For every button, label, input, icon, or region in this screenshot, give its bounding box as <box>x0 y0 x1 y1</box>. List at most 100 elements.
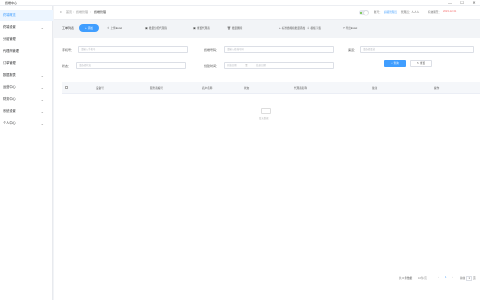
plus-icon: + <box>279 26 281 30</box>
sidebar-item-agents[interactable]: 代理商管理 <box>0 46 53 57</box>
breadcrumb-separator: / <box>90 10 91 14</box>
sidebar-item-label: 财务中心 <box>3 97 16 101</box>
sidebar-item-orders[interactable]: 订单管理 <box>0 58 53 69</box>
expiry-date: 2023-12-31 <box>443 10 457 13</box>
breadcrumb-home[interactable]: 首页 <box>66 10 72 14</box>
top-bar: ≡ 首页 / 终端管理 / 终端管理 账号： 超级管理员 管理员：人人人 有效期… <box>54 6 480 20</box>
chevron-down-icon: ⌄ <box>40 109 44 114</box>
sidebar-item-reports[interactable]: 数据报表 ⌄ <box>0 70 53 81</box>
sidebar-item-system[interactable]: 系统设置 ⌄ <box>0 106 53 117</box>
column-header: 状态 <box>244 87 250 90</box>
reset-icon: ▣ <box>193 26 196 30</box>
sidebar-item-label: 终端设置 <box>3 25 16 29</box>
sidebar-item-label: 运营中心 <box>3 85 16 89</box>
plus-icon: + <box>85 26 87 30</box>
reset-button[interactable]: ↻ 重置 <box>410 60 432 67</box>
column-header: 操作 <box>434 87 440 90</box>
pager-page-size[interactable]: 10条/页 <box>418 276 427 280</box>
column-header: 备注 <box>372 87 378 90</box>
table-header: 设备号 服务商编号 商户名称 状态 代理商名称 备注 操作 <box>62 82 480 94</box>
status-select[interactable]: 请选择状态 <box>76 62 186 69</box>
toolbar-title: 工单列表 <box>62 26 75 30</box>
device-label: 终端号码： <box>204 48 220 52</box>
chevron-down-icon: ⌄ <box>40 25 44 30</box>
user-role: 管理员：人人人 <box>401 11 420 14</box>
user-name[interactable]: 超级管理员 <box>384 10 397 14</box>
sidebar-item-label: 订单管理 <box>3 61 16 65</box>
sidebar-item-label: 代理商管理 <box>3 49 19 53</box>
sidebar-item-label: 系统设置 <box>3 109 16 113</box>
help-icon: ? <box>343 26 345 30</box>
window-title: 终端中心 <box>5 1 18 5</box>
sidebar-item-profile[interactable]: 个人中心 ⌄ <box>0 118 53 129</box>
sidebar-item-label: 分组管理 <box>3 37 16 41</box>
app-window: 终端中心 — ☐ ✕ 终端概览 终端设置 ⌄ 分组管理 代理商管理 订单管理 数据… <box>0 0 480 300</box>
pager-total: 共 0 条数据 <box>399 277 413 280</box>
batch-assign-agent-button[interactable]: ▣批量分配代理商 <box>145 24 167 32</box>
pager-page-suffix: 页 <box>473 277 476 280</box>
sidebar-item-label: 数据报表 <box>3 73 16 77</box>
export-excel-button[interactable]: ?导出Excel <box>343 24 357 32</box>
query-label: 查询 <box>393 62 399 65</box>
column-header: 商户名称 <box>202 87 213 90</box>
reset-label: 重置 <box>419 62 426 65</box>
query-button[interactable]: ⌕ 查询 <box>384 60 406 67</box>
toolbar: 工单列表 +添加 ⇧上传Excel ▣批量分配代理商 ▣重置代理商 🗑批量删除 … <box>57 23 477 35</box>
date-end: 结束日期 <box>256 64 266 67</box>
sidebar-item-label: 个人中心 <box>3 121 16 125</box>
time-label: 创建时间： <box>204 64 220 68</box>
agent-select[interactable]: 请选择渠道 <box>360 46 474 53</box>
download-icon: ⇩ <box>307 26 310 30</box>
pager-next-icon[interactable]: › <box>452 276 453 279</box>
template-download-label: 模板下载 <box>310 27 321 30</box>
upload-excel-button[interactable]: ⇧上传Excel <box>107 24 122 32</box>
phone-input[interactable]: 请输入手机号 <box>78 46 188 53</box>
standard-add-label: 标准终端和批量添加 <box>281 27 306 30</box>
standard-add-button[interactable]: +标准终端和批量添加 <box>279 24 305 32</box>
batch-delete-button[interactable]: 🗑批量删除 <box>227 24 242 32</box>
reset-agent-label: 重置代理商 <box>196 27 210 30</box>
sidebar-item-label: 终端概览 <box>3 13 16 17</box>
sidebar-item-overview[interactable]: 终端概览 <box>0 10 53 21</box>
assign-icon: ▣ <box>145 26 148 30</box>
date-range-separator: 至 <box>245 64 248 67</box>
column-header: 代理商名称 <box>294 87 307 90</box>
reset-agent-button[interactable]: ▣重置代理商 <box>193 24 210 32</box>
chevron-down-icon: ⌄ <box>40 85 44 90</box>
sidebar: 终端概览 终端设置 ⌄ 分组管理 代理商管理 订单管理 数据报表 ⌄ 运营中心 ⌄ 财… <box>0 6 53 300</box>
date-range-picker[interactable]: 开始日期 至 结束日期 <box>224 62 334 69</box>
phone-label: 手机号： <box>62 48 75 52</box>
sidebar-item-finance[interactable]: 财务中心 ⌄ <box>0 94 53 105</box>
device-input[interactable]: 请输入终端号码 <box>224 46 334 53</box>
agent-label: 渠道： <box>348 48 358 52</box>
chevron-down-icon: ⌄ <box>40 73 44 78</box>
batch-assign-agent-label: 批量分配代理商 <box>148 27 167 30</box>
select-all-checkbox[interactable] <box>65 86 68 89</box>
status-label: 有效期至： <box>428 11 441 14</box>
menu-toggle-icon[interactable]: ≡ <box>60 10 62 14</box>
export-excel-label: 导出Excel <box>345 27 358 30</box>
add-button-label: 添加 <box>87 27 93 30</box>
content-card: 手机号： 请输入手机号 终端号码： 请输入终端号码 渠道： 请选择渠道 状态： … <box>54 38 480 300</box>
pager-prev-icon[interactable]: ‹ <box>438 276 439 279</box>
empty-box-icon <box>261 108 271 114</box>
trash-icon: 🗑 <box>227 26 231 30</box>
batch-delete-label: 批量删除 <box>231 27 243 30</box>
breadcrumb-parent[interactable]: 终端管理 <box>76 10 88 14</box>
upload-excel-label: 上传Excel <box>110 27 123 30</box>
column-header: 服务商编号 <box>150 87 163 90</box>
column-header: 设备号 <box>96 87 104 90</box>
sidebar-item-groups[interactable]: 分组管理 <box>0 34 53 45</box>
pager-goto-label: 前往 <box>460 277 466 280</box>
theme-toggle-icon[interactable] <box>359 10 369 15</box>
pager-goto-input[interactable]: 1 <box>466 276 473 281</box>
date-start: 开始日期 <box>227 64 237 67</box>
breadcrumb-separator: / <box>73 10 74 14</box>
sidebar-item-operations[interactable]: 运营中心 ⌄ <box>0 82 53 93</box>
pager-current-page[interactable]: 1 <box>445 276 446 279</box>
user-label: 账号： <box>374 11 382 14</box>
template-download-button[interactable]: ⇩模板下载 <box>307 24 321 32</box>
add-button[interactable]: +添加 <box>79 24 99 32</box>
sidebar-item-terminal-settings[interactable]: 终端设置 ⌄ <box>0 22 53 33</box>
chevron-down-icon: ⌄ <box>40 97 44 102</box>
